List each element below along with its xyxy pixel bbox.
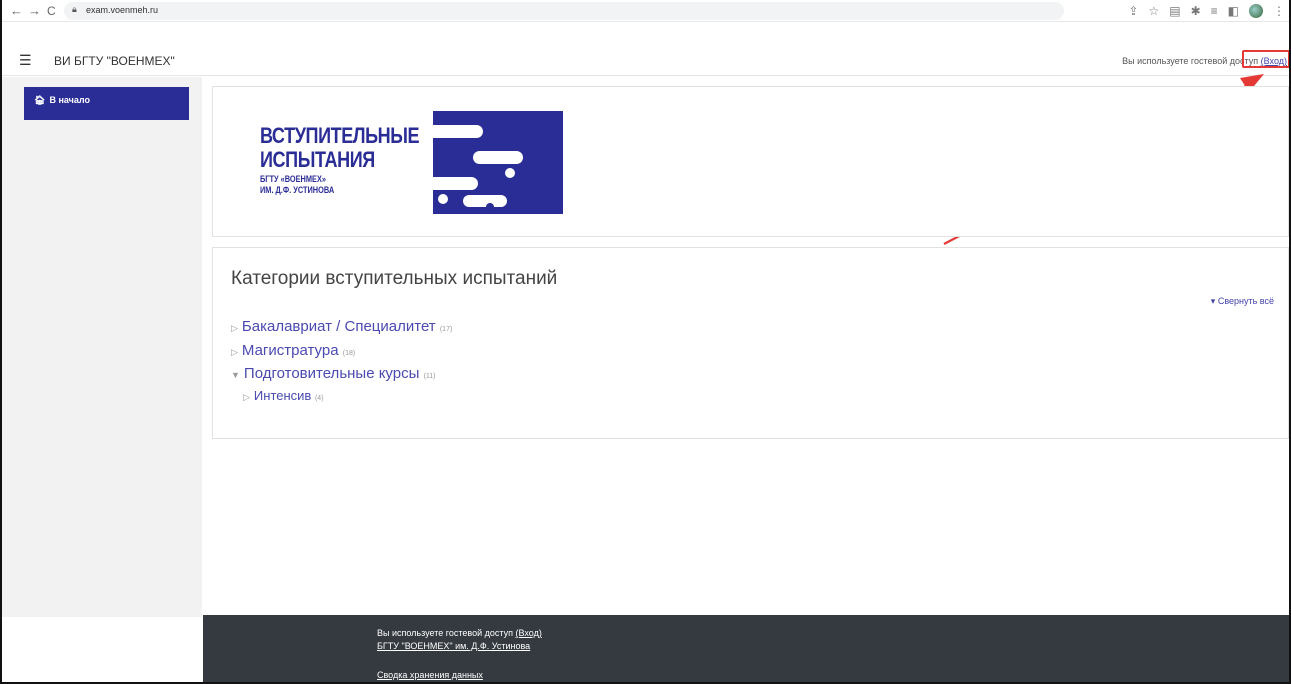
forward-button[interactable]: → bbox=[28, 2, 41, 20]
url-text: exam.voenmeh.ru bbox=[86, 5, 159, 15]
side-panel-icon[interactable]: ◧ bbox=[1228, 4, 1239, 18]
university-logo-icon bbox=[433, 111, 563, 214]
lock-icon: 🔒︎ bbox=[72, 4, 77, 14]
category-item[interactable]: ▷ Бакалавриат / Специалитет (17) bbox=[231, 318, 452, 335]
browser-window: ← → C 🔒︎ exam.voenmeh.ru ⇪ ☆ ▤ ✱ ≡ ◧ ⋮ ☰… bbox=[0, 0, 1291, 684]
category-count: (4) bbox=[314, 395, 324, 402]
category-item[interactable]: ▷ Магистратура (18) bbox=[231, 342, 355, 359]
banner-subtitle-line1: БГТУ «ВОЕНМЕХ» bbox=[260, 174, 326, 184]
home-icon: 🏠︎ bbox=[34, 95, 46, 105]
banner-title-line1: ВСТУПИТЕЛЬНЫЕ bbox=[260, 123, 420, 148]
banner-title-line2: ИСПЫТАНИЯ bbox=[260, 147, 375, 172]
guest-access-text: Вы используете гостевой доступ bbox=[1122, 56, 1259, 66]
profile-avatar[interactable] bbox=[1249, 4, 1263, 18]
category-item[interactable]: ▼ Подготовительные курсы (11) bbox=[231, 365, 436, 382]
banner-card: ВСТУПИТЕЛЬНЫЕ ИСПЫТАНИЯ БГТУ «ВОЕНМЕХ» И… bbox=[212, 86, 1289, 237]
sidebar-item-home[interactable]: 🏠︎ В начало bbox=[24, 87, 189, 120]
category-label[interactable]: Подготовительные курсы bbox=[244, 365, 419, 382]
category-label[interactable]: Бакалавриат / Специалитет bbox=[242, 318, 436, 335]
bookmark-star-icon[interactable]: ☆ bbox=[1148, 4, 1159, 18]
address-bar[interactable]: 🔒︎ exam.voenmeh.ru bbox=[64, 2, 1064, 20]
page-footer: Вы используете гостевой доступ (Вход) БГ… bbox=[203, 615, 1289, 682]
footer-guest-notice: Вы используете гостевой доступ (Вход) bbox=[377, 628, 542, 638]
collapse-triangle-icon[interactable]: ▼ bbox=[231, 370, 240, 380]
footer-guest-text: Вы используете гостевой доступ bbox=[377, 628, 513, 638]
sidebar: 🏠︎ В начало bbox=[2, 77, 202, 617]
category-label[interactable]: Магистратура bbox=[242, 342, 339, 359]
category-count: (18) bbox=[342, 350, 356, 357]
extension-icons: ⇪ ☆ ▤ ✱ ≡ ◧ ⋮ bbox=[1128, 2, 1285, 20]
site-name[interactable]: ВИ БГТУ "ВОЕНМЕХ" bbox=[54, 54, 175, 68]
expand-triangle-icon[interactable]: ▷ bbox=[243, 392, 250, 402]
categories-title: Категории вступительных испытаний bbox=[231, 268, 558, 289]
expand-triangle-icon[interactable]: ▷ bbox=[231, 347, 238, 357]
subcategory-item[interactable]: ▷ Интенсив (4) bbox=[243, 388, 324, 403]
reload-button[interactable]: C bbox=[47, 2, 56, 20]
sidebar-item-label: В начало bbox=[49, 95, 90, 105]
reading-list-icon[interactable]: ≡ bbox=[1211, 4, 1218, 18]
category-count: (11) bbox=[423, 373, 436, 380]
puzzle-icon[interactable]: ✱ bbox=[1191, 4, 1201, 18]
expand-triangle-icon[interactable]: ▷ bbox=[231, 323, 238, 333]
highlight-box bbox=[1242, 50, 1289, 68]
category-label[interactable]: Интенсив bbox=[254, 388, 311, 403]
category-count: (17) bbox=[439, 326, 453, 333]
share-icon[interactable]: ⇪ bbox=[1128, 4, 1138, 18]
browser-toolbar: ← → C 🔒︎ exam.voenmeh.ru ⇪ ☆ ▤ ✱ ≡ ◧ ⋮ bbox=[2, 0, 1289, 22]
banner-subtitle-line2: ИМ. Д.Ф. УСТИНОВА bbox=[260, 185, 335, 195]
footer-login-link[interactable]: (Вход) bbox=[515, 628, 541, 638]
footer-org-line: БГТУ "ВОЕНМЕХ" им. Д.Ф. Устинова bbox=[377, 641, 530, 651]
collapse-all-link[interactable]: ▾ Свернуть всё bbox=[1211, 296, 1274, 307]
exam-banner: ВСТУПИТЕЛЬНЫЕ ИСПЫТАНИЯ БГТУ «ВОЕНМЕХ» И… bbox=[248, 109, 588, 214]
collapse-all-label: Свернуть всё bbox=[1217, 296, 1274, 306]
site-navbar: ☰ ВИ БГТУ "ВОЕНМЕХ" Вы используете госте… bbox=[2, 46, 1289, 76]
menu-kebab-icon[interactable]: ⋮ bbox=[1273, 4, 1285, 18]
hamburger-menu-icon[interactable]: ☰ bbox=[19, 52, 32, 69]
extension-icon[interactable]: ▤ bbox=[1169, 4, 1180, 18]
back-button[interactable]: ← bbox=[10, 2, 23, 20]
data-retention-link[interactable]: Сводка хранения данных bbox=[377, 670, 483, 680]
footer-org-link[interactable]: БГТУ "ВОЕНМЕХ" им. Д.Ф. Устинова bbox=[377, 641, 530, 651]
footer-data-retention-line: Сводка хранения данных bbox=[377, 670, 483, 680]
course-categories-card: Категории вступительных испытаний ▾ Свер… bbox=[212, 247, 1289, 439]
